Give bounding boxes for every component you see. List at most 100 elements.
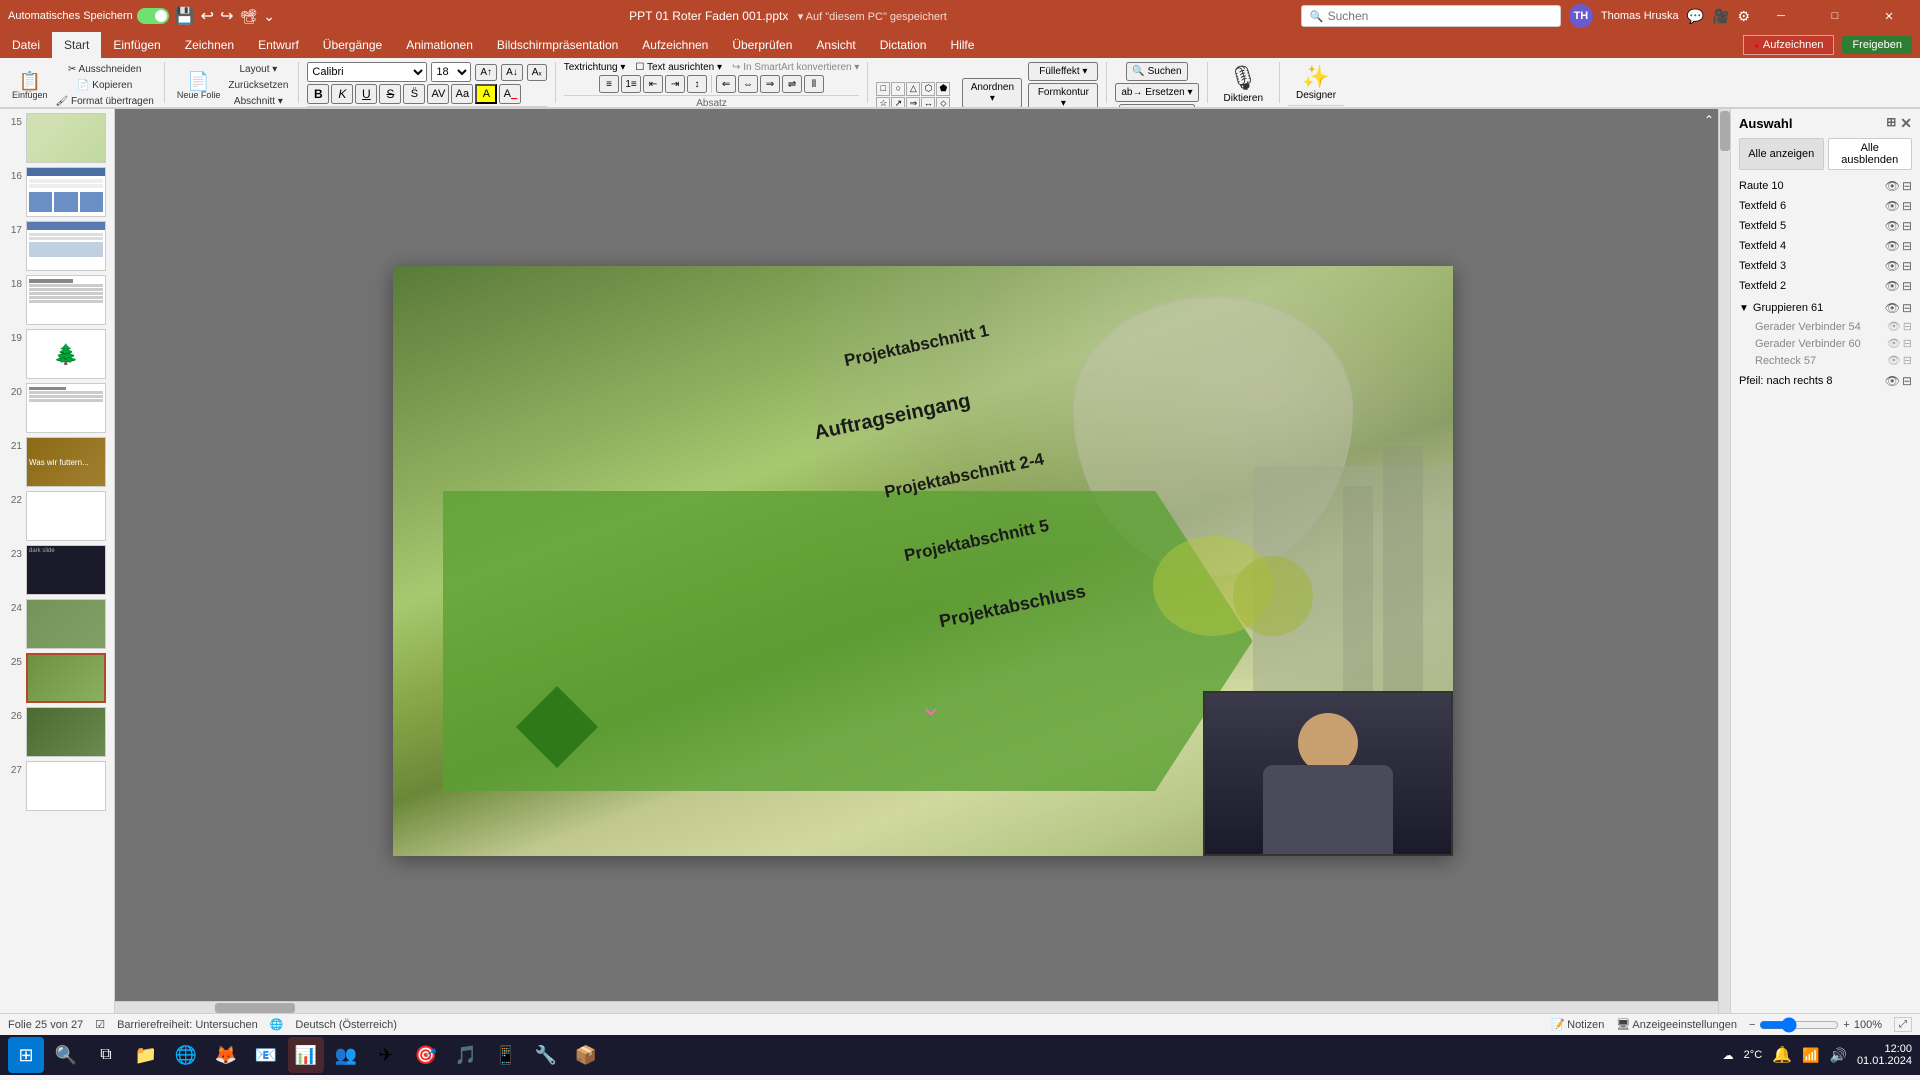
fit-button[interactable]: ⤢ bbox=[1894, 1017, 1912, 1032]
cut-button[interactable]: ✂ Ausschneiden bbox=[54, 62, 156, 77]
app3-button[interactable]: 📱 bbox=[488, 1037, 524, 1073]
bold-button[interactable]: B bbox=[307, 84, 329, 104]
diktieren-button[interactable]: 🎙 Diktieren bbox=[1216, 62, 1271, 106]
font-size-select[interactable]: 18 bbox=[431, 62, 471, 82]
slide-thumb-18[interactable]: 18 bbox=[4, 275, 110, 325]
slide-thumb-26[interactable]: 26 bbox=[4, 707, 110, 757]
visibility-icon-tf3[interactable]: 👁 bbox=[1885, 259, 1900, 273]
slide-thumb-22[interactable]: 22 bbox=[4, 491, 110, 541]
list-number-button[interactable]: 1≡ bbox=[621, 75, 641, 93]
vis-r57[interactable]: 👁 bbox=[1887, 354, 1901, 367]
notes-button[interactable]: 📝 Notizen bbox=[1551, 1018, 1604, 1031]
app1-button[interactable]: 🎯 bbox=[408, 1037, 444, 1073]
wifi-icon[interactable]: 📶 bbox=[1802, 1047, 1819, 1064]
format-transfer-button[interactable]: 🖌 Format übertragen bbox=[54, 94, 156, 108]
einfuegen-button[interactable]: 📋 Einfügen bbox=[8, 70, 52, 102]
minimize-button[interactable]: ─ bbox=[1758, 0, 1804, 32]
slide-thumb-21[interactable]: 21 Was wir futtern... bbox=[4, 437, 110, 487]
autosave-switch[interactable] bbox=[137, 8, 169, 24]
slide-thumb-24[interactable]: 24 bbox=[4, 599, 110, 649]
search-button[interactable]: 🔍 Suchen bbox=[1126, 62, 1187, 81]
slide-thumb-27[interactable]: 27 bbox=[4, 761, 110, 811]
panel-item-verbinder54[interactable]: Gerader Verbinder 54 👁 ⊟ bbox=[1755, 318, 1912, 335]
start-button[interactable]: ⊞ bbox=[8, 1037, 44, 1073]
lock-icon-tf2[interactable]: ⊟ bbox=[1902, 279, 1912, 293]
lock-v60[interactable]: ⊟ bbox=[1903, 337, 1912, 350]
justify-button[interactable]: ⇌ bbox=[782, 75, 802, 93]
volume-icon[interactable]: 🔊 bbox=[1830, 1047, 1847, 1064]
more-tools-icon[interactable]: ⌄ bbox=[263, 8, 275, 25]
zoom-slider[interactable]: − + 100% bbox=[1749, 1017, 1882, 1033]
canvas-area[interactable]: ⌃ Projektabschnitt 1 bbox=[115, 109, 1730, 1013]
slide-thumb-17[interactable]: 17 bbox=[4, 221, 110, 271]
visibility-icon-tf6[interactable]: 👁 bbox=[1885, 199, 1900, 213]
lock-icon-tf4[interactable]: ⊟ bbox=[1902, 239, 1912, 253]
zoom-range[interactable] bbox=[1759, 1017, 1839, 1033]
user-avatar[interactable]: TH bbox=[1569, 4, 1593, 28]
italic-button[interactable]: K bbox=[331, 84, 353, 104]
search-input[interactable] bbox=[1328, 9, 1552, 23]
powerpoint-button[interactable]: 📊 bbox=[288, 1037, 324, 1073]
lock-icon-g61[interactable]: ⊟ bbox=[1902, 301, 1912, 315]
panel-item-rechteck57[interactable]: Rechteck 57 👁 ⊟ bbox=[1755, 352, 1912, 369]
panel-item-raute10[interactable]: Raute 10 👁 ⊟ bbox=[1731, 176, 1920, 196]
slide-thumb-19[interactable]: 19 🌲 bbox=[4, 329, 110, 379]
slide-thumb-20[interactable]: 20 bbox=[4, 383, 110, 433]
reset-button[interactable]: Zurücksetzen bbox=[226, 78, 290, 93]
tab-hilfe[interactable]: Hilfe bbox=[938, 32, 986, 58]
panel-item-textfeld4[interactable]: Textfeld 4 👁 ⊟ bbox=[1731, 236, 1920, 256]
font-increase-button[interactable]: A↑ bbox=[475, 64, 497, 81]
columns-button[interactable]: ⫴ bbox=[804, 75, 824, 93]
designer-button[interactable]: ✨ Designer bbox=[1288, 62, 1344, 103]
undo-icon[interactable]: ↩ bbox=[201, 6, 214, 26]
tab-einfuegen[interactable]: Einfügen bbox=[101, 32, 172, 58]
accessibility-status[interactable]: Barrierefreiheit: Untersuchen bbox=[117, 1019, 258, 1031]
panel-close-icon[interactable]: ✕ bbox=[1900, 115, 1912, 132]
lock-r57[interactable]: ⊟ bbox=[1903, 354, 1912, 367]
zoom-out-icon[interactable]: − bbox=[1749, 1019, 1755, 1031]
app4-button[interactable]: 🔧 bbox=[528, 1037, 564, 1073]
panel-item-verbinder60[interactable]: Gerader Verbinder 60 👁 ⊟ bbox=[1755, 335, 1912, 352]
comments-icon[interactable]: 💬 bbox=[1687, 8, 1704, 25]
lock-icon-raute10[interactable]: ⊟ bbox=[1902, 179, 1912, 193]
redo-icon[interactable]: ↪ bbox=[220, 6, 233, 26]
visibility-icon-raute10[interactable]: 👁 bbox=[1885, 179, 1900, 193]
horizontal-scrollbar[interactable] bbox=[115, 1001, 1718, 1013]
visibility-icon-tf4[interactable]: 👁 bbox=[1885, 239, 1900, 253]
hide-all-button[interactable]: Alle ausblenden bbox=[1828, 138, 1913, 170]
lock-icon-tf5[interactable]: ⊟ bbox=[1902, 219, 1912, 233]
close-button[interactable]: ✕ bbox=[1866, 0, 1912, 32]
present-icon[interactable]: 📽 bbox=[239, 8, 257, 25]
list-bullet-button[interactable]: ≡ bbox=[599, 75, 619, 93]
share-button[interactable]: Freigeben bbox=[1842, 36, 1912, 54]
clear-format-button[interactable]: Aₓ bbox=[527, 64, 547, 81]
tab-ansicht[interactable]: Ansicht bbox=[804, 32, 867, 58]
system-tray[interactable]: 🔔 bbox=[1772, 1045, 1792, 1065]
lock-v54[interactable]: ⊟ bbox=[1903, 320, 1912, 333]
outlook-button[interactable]: 📧 bbox=[248, 1037, 284, 1073]
select-button[interactable]: ⊹ Markieren ▾ bbox=[1119, 104, 1194, 108]
vertical-scrollbar[interactable] bbox=[1718, 109, 1730, 1013]
search-taskbar-button[interactable]: 🔍 bbox=[48, 1037, 84, 1073]
vis-v54[interactable]: 👁 bbox=[1887, 320, 1901, 333]
tab-aufzeichnen[interactable]: Aufzeichnen bbox=[630, 32, 720, 58]
arrange-button[interactable]: Anordnen ▾ bbox=[962, 78, 1022, 108]
indent-less-button[interactable]: ⇤ bbox=[643, 75, 663, 93]
slide-thumb-16[interactable]: 16 bbox=[4, 167, 110, 217]
outline-button[interactable]: Formkontur ▾ bbox=[1028, 83, 1098, 108]
panel-item-textfeld6[interactable]: Textfeld 6 👁 ⊟ bbox=[1731, 196, 1920, 216]
save-icon[interactable]: 💾 bbox=[175, 6, 195, 26]
present-btn[interactable]: 🎥 bbox=[1712, 8, 1729, 25]
firefox-button[interactable]: 🦊 bbox=[208, 1037, 244, 1073]
browser-button[interactable]: 🌐 bbox=[168, 1037, 204, 1073]
panel-item-textfeld3[interactable]: Textfeld 3 👁 ⊟ bbox=[1731, 256, 1920, 276]
display-settings-button[interactable]: 🖥 Anzeigeeinstellungen bbox=[1616, 1018, 1737, 1031]
search-bar[interactable]: 🔍 bbox=[1301, 5, 1561, 27]
font-decrease-button[interactable]: A↓ bbox=[501, 64, 523, 81]
slide-thumb-15[interactable]: 15 bbox=[4, 113, 110, 163]
fill-button[interactable]: Fülleffekt ▾ bbox=[1028, 62, 1098, 81]
vis-v60[interactable]: 👁 bbox=[1887, 337, 1901, 350]
zoom-in-icon[interactable]: + bbox=[1843, 1019, 1849, 1031]
align-right-button[interactable]: ⇒ bbox=[760, 75, 780, 93]
lock-icon-tf6[interactable]: ⊟ bbox=[1902, 199, 1912, 213]
